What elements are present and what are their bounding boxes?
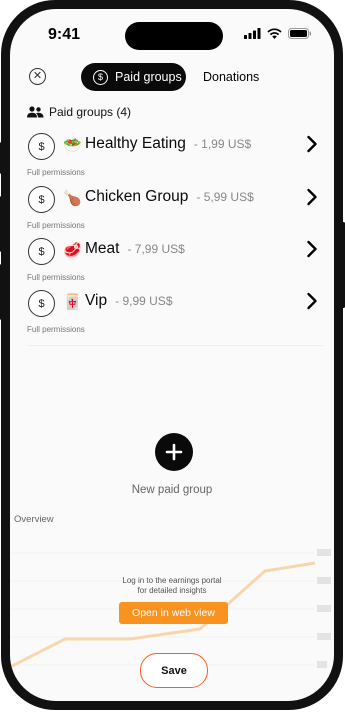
chevron-right-icon[interactable]	[306, 240, 318, 258]
group-name-text: Healthy Eating	[85, 135, 186, 152]
save-button[interactable]: Save	[140, 653, 208, 688]
top-bar: ✕ $ Paid groups Donations	[10, 61, 334, 97]
app-screen: 9:41 ✕ $ Paid groups Donations Paid grou…	[10, 9, 334, 701]
close-button[interactable]: ✕	[29, 68, 46, 85]
tab-paid-groups-label: Paid groups	[115, 70, 182, 84]
dollar-icon: $	[28, 290, 55, 317]
group-permission: Full permissions	[27, 325, 85, 334]
chevron-right-icon[interactable]	[306, 188, 318, 206]
group-permission: Full permissions	[27, 168, 85, 177]
wifi-icon	[267, 28, 282, 39]
add-group-button[interactable]	[155, 433, 193, 471]
status-icons	[244, 28, 312, 39]
volume-down-button	[0, 264, 3, 320]
group-price: - 9,99 US$	[115, 294, 173, 308]
status-bar: 9:41	[10, 9, 334, 61]
group-price: - 1,99 US$	[193, 137, 252, 151]
volume-up-button	[0, 196, 3, 252]
chevron-right-icon[interactable]	[306, 135, 318, 153]
status-time: 9:41	[48, 26, 81, 43]
divider	[27, 345, 323, 346]
group-price: - 7,99 US$	[127, 242, 185, 256]
section-header: Paid groups (4)	[27, 105, 131, 119]
group-row[interactable]: $ 🀄 Vip - 9,99 US$ Full permissions	[10, 290, 334, 342]
group-emoji: 🥗	[63, 137, 82, 154]
overview-label: Overview	[14, 514, 54, 525]
group-row[interactable]: $ 🥗 Healthy Eating - 1,99 US$ Full permis…	[10, 133, 334, 185]
chevron-right-icon[interactable]	[306, 292, 318, 310]
mute-switch	[0, 142, 3, 174]
dollar-icon: $	[93, 69, 108, 85]
group-name: Healthy Eating - 1,99 US$	[85, 135, 251, 153]
group-name: Meat - 7,99 US$	[85, 240, 185, 258]
group-name-text: Chicken Group	[85, 188, 189, 205]
dollar-icon: $	[28, 238, 55, 265]
group-row[interactable]: $ 🍗 Chicken Group - 5,99 US$ Full permiss…	[10, 186, 334, 238]
dynamic-island	[125, 22, 223, 50]
group-emoji: 🥩	[63, 242, 82, 259]
group-name-text: Meat	[85, 240, 120, 257]
dollar-icon: $	[28, 186, 55, 213]
new-group-label: New paid group	[131, 484, 213, 496]
signal-icon	[244, 28, 261, 39]
section-title: Paid groups (4)	[49, 105, 132, 119]
portal-line-2: for detailed insights	[137, 586, 207, 595]
group-name: Vip - 9,99 US$	[85, 292, 173, 310]
group-permission: Full permissions	[27, 221, 85, 230]
battery-icon	[288, 28, 311, 39]
phone-frame: 9:41 ✕ $ Paid groups Donations Paid grou…	[1, 0, 343, 710]
dollar-icon: $	[28, 133, 55, 160]
group-permission: Full permissions	[27, 273, 85, 282]
group-name-text: Vip	[85, 292, 108, 309]
group-row[interactable]: $ 🥩 Meat - 7,99 US$ Full permissions	[10, 238, 334, 290]
group-emoji: 🀄	[63, 294, 82, 311]
plus-icon	[165, 443, 183, 461]
group-name: Chicken Group - 5,99 US$	[85, 188, 254, 206]
open-web-view-button[interactable]: Open in web view	[119, 602, 228, 624]
group-emoji: 🍗	[63, 190, 82, 207]
close-icon: ✕	[32, 70, 43, 82]
tab-paid-groups[interactable]: $ Paid groups	[81, 63, 186, 91]
portal-message: Log in to the earnings portal for detail…	[10, 576, 334, 596]
tab-donations[interactable]: Donations	[203, 70, 259, 84]
people-icon	[27, 106, 44, 118]
group-price: - 5,99 US$	[196, 190, 254, 204]
portal-line-1: Log in to the earnings portal	[122, 576, 222, 585]
